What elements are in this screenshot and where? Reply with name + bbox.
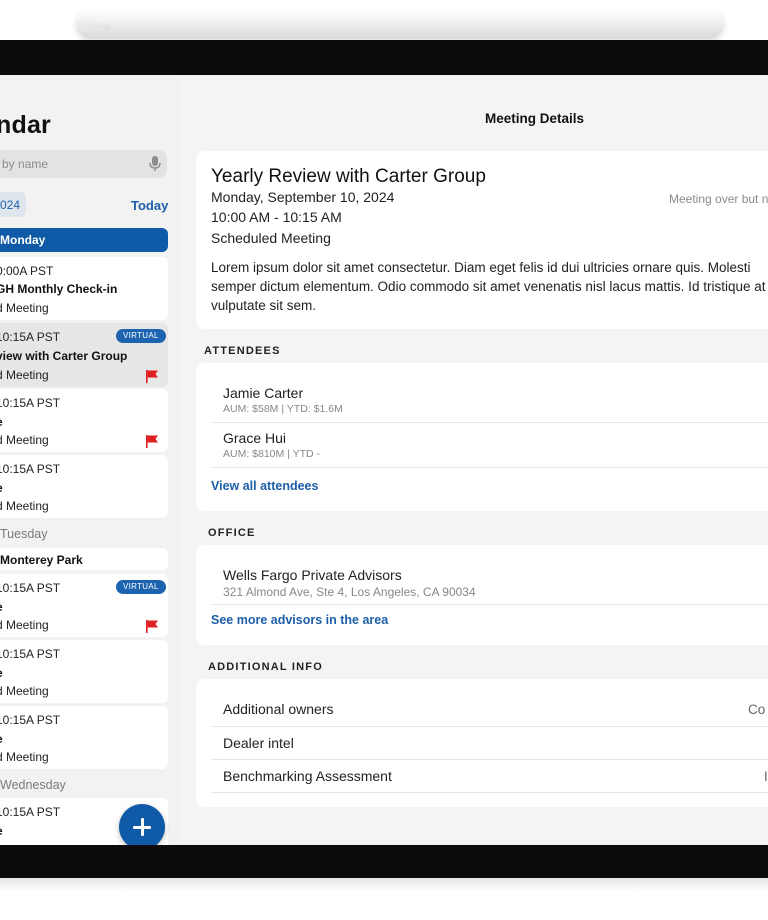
attendee-stats: AUM: $58M | YTD: $1.6M [223,403,343,415]
meeting-date: Monday, September 10, 2024 [211,189,395,205]
meeting-time: 10:15A PST [0,581,61,595]
divider [211,604,768,605]
location-label: Monterey Park [0,553,83,567]
virtual-badge: VIRTUAL [116,580,166,594]
calendar-pane: ndar by name 024 Today Monday 0:00A PST … [0,95,172,845]
tablet-device: ndar by name 024 Today Monday 0:00A PST … [0,40,768,882]
day-header-wednesday: Wednesday [0,778,66,792]
attendee-name[interactable]: Jamie Carter [223,385,303,401]
meeting-card-selected[interactable]: 10:15A PST VIRTUAL view with Carter Grou… [0,323,168,387]
meeting-time: 10:15A PST [0,647,61,661]
meeting-time: 10:15A PST [0,330,61,344]
day-header-monday: Monday [0,228,168,252]
flag-icon [146,620,158,633]
stage: ndar by name 024 Today Monday 0:00A PST … [0,0,768,920]
flag-icon [146,435,158,448]
meeting-card[interactable]: 10:15A PST e d Meeting [0,389,168,452]
meeting-title: e [0,732,3,746]
virtual-badge: VIRTUAL [116,329,166,343]
flag-icon [146,370,158,383]
meeting-time: 10:00 AM - 10:15 AM [211,209,342,225]
divider [211,792,768,793]
add-meeting-button[interactable] [119,804,165,845]
today-button[interactable]: Today [131,198,168,213]
meeting-card[interactable]: 10:15A PST e d Meeting [0,455,168,518]
meeting-card[interactable]: 10:15A PST e d Meeting [0,706,168,769]
benchmarking-assessment-value: I [764,769,768,784]
divider [211,422,768,423]
see-more-advisors-link[interactable]: See more advisors in the area [211,613,388,627]
additional-owners-value: Co [748,702,766,717]
meeting-time: 10:15A PST [0,713,61,727]
office-heading: OFFICE [208,527,256,539]
date-chip-label: 024 [0,198,21,212]
meeting-description: Lorem ipsum dolor sit amet consectetur. … [211,260,768,313]
device-shadow [0,878,768,892]
meeting-time: 10:15A PST [0,462,61,476]
meeting-status: Meeting over but n [669,192,768,206]
attendees-card: Jamie Carter AUM: $58M | YTD: $1.6M Grac… [196,363,768,511]
additional-info-card: Additional owners Co Dealer intel Benchm… [196,679,768,807]
meeting-time: 10:15A PST [0,805,61,819]
meeting-summary-card: Yearly Review with Carter Group Monday, … [196,151,768,329]
office-name: Wells Fargo Private Advisors [223,567,402,583]
divider [211,759,768,760]
meeting-title: Yearly Review with Carter Group [211,166,486,187]
meeting-title: e [0,666,3,680]
attendee-stats: AUM: $810M | YTD - [223,448,321,460]
meeting-type: d Meeting [0,684,49,698]
meeting-card[interactable]: 0:00A PST GH Monthly Check-in d Meeting [0,257,168,320]
meeting-title: e [0,600,3,614]
divider [211,467,768,468]
tablet-screen: ndar by name 024 Today Monday 0:00A PST … [0,75,768,845]
meeting-card[interactable]: 10:15A PST e d Meeting [0,640,168,703]
search-input[interactable]: by name [0,150,167,178]
meeting-type: d Meeting [0,301,49,315]
dealer-intel-label[interactable]: Dealer intel [223,735,294,751]
additional-info-heading: ADDITIONAL INFO [208,661,323,673]
pencil-tip [74,17,110,30]
meeting-type: d Meeting [0,618,49,632]
meeting-time: 10:15A PST [0,396,61,410]
meeting-title: e [0,824,3,838]
microphone-icon[interactable] [149,156,161,172]
location-group-header: Monterey Park [0,548,168,570]
meeting-type: d Meeting [0,499,49,513]
day-header-tuesday: Tuesday [0,527,48,541]
attendee-name[interactable]: Grace Hui [223,430,286,446]
page-title: Meeting Details [485,111,585,126]
search-placeholder: by name [2,157,49,171]
divider [211,726,768,727]
meeting-card[interactable]: 10:15A PST VIRTUAL e d Meeting [0,574,168,637]
attendees-heading: ATTENDEES [204,345,281,357]
meeting-title: view with Carter Group [0,349,128,363]
meeting-type: d Meeting [0,368,49,382]
office-address: 321 Almond Ave, Ste 4, Los Angeles, CA 9… [223,585,476,599]
day-label: Monday [0,233,46,247]
meeting-time: 0:00A PST [0,264,54,278]
meeting-title: e [0,415,3,429]
meeting-type: Scheduled Meeting [211,230,331,246]
meeting-details-pane: Meeting Details Yearly Review with Carte… [180,75,768,845]
date-picker-chip[interactable]: 024 [0,192,26,217]
meeting-type: d Meeting [0,433,49,447]
calendar-title: ndar [0,111,51,139]
meeting-title: GH Monthly Check-in [0,282,118,296]
office-card: Wells Fargo Private Advisors 321 Almond … [196,545,768,645]
meeting-title: e [0,481,3,495]
additional-owners-label: Additional owners [223,701,334,717]
view-all-attendees-link[interactable]: View all attendees [211,479,318,493]
benchmarking-assessment-label[interactable]: Benchmarking Assessment [223,768,392,784]
apple-pencil-image [74,8,724,39]
plus-icon-vertical [141,818,144,836]
meeting-type: d Meeting [0,750,49,764]
